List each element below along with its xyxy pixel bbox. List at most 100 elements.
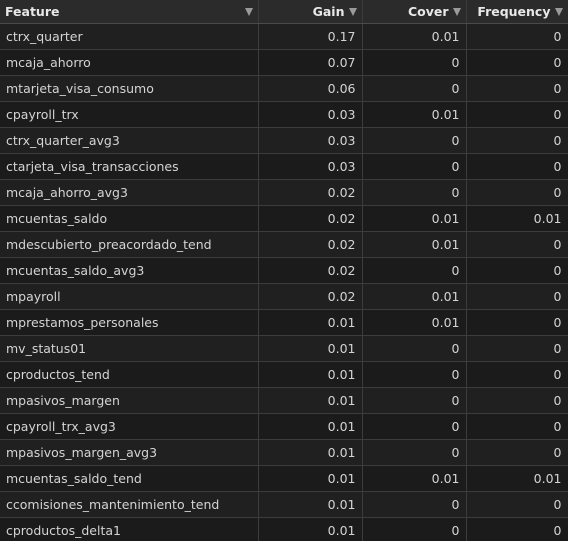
frequency-cell: 0 (466, 361, 568, 388)
frequency-cell: 0 (466, 517, 568, 541)
column-header-gain[interactable]: Gain (258, 0, 363, 24)
column-header-label: Cover (407, 4, 449, 19)
table-row[interactable]: cproductos_delta1 0.01 0 0 (0, 517, 568, 541)
cover-cell: 0 (362, 153, 467, 180)
sort-icon[interactable] (452, 7, 461, 16)
feature-cell: mcuentas_saldo_avg3 (0, 257, 259, 284)
feature-cell: mcuentas_saldo (0, 205, 259, 232)
sort-icon[interactable] (554, 7, 563, 16)
frequency-cell: 0.01 (466, 205, 568, 232)
table-row[interactable]: ctrx_quarter 0.17 0.01 0 (0, 23, 568, 50)
table-row[interactable]: mcuentas_saldo_tend 0.01 0.01 0.01 (0, 465, 568, 492)
feature-importance-table: Feature Gain Cover Frequency ctrx_quarte… (0, 0, 568, 541)
cover-cell: 0 (362, 49, 467, 76)
column-header-label: Frequency (477, 4, 551, 19)
frequency-cell: 0 (466, 439, 568, 466)
cover-cell: 0 (362, 361, 467, 388)
table-row[interactable]: mdescubierto_preacordado_tend 0.02 0.01 0 (0, 231, 568, 258)
gain-cell: 0.01 (258, 309, 363, 336)
frequency-cell: 0 (466, 309, 568, 336)
cover-cell: 0 (362, 439, 467, 466)
frequency-cell: 0 (466, 101, 568, 128)
sort-icon[interactable] (244, 7, 253, 16)
feature-cell: mpasivos_margen (0, 387, 259, 414)
header-row: Feature Gain Cover Frequency (0, 0, 568, 24)
table-row[interactable]: ctarjeta_visa_transacciones 0.03 0 0 (0, 153, 568, 180)
feature-cell: mcaja_ahorro (0, 49, 259, 76)
frequency-cell: 0 (466, 179, 568, 206)
table-row[interactable]: cpayroll_trx_avg3 0.01 0 0 (0, 413, 568, 440)
gain-cell: 0.01 (258, 361, 363, 388)
column-header-label: Feature (5, 4, 60, 19)
gain-cell: 0.01 (258, 491, 363, 518)
feature-cell: mv_status01 (0, 335, 259, 362)
cover-cell: 0 (362, 387, 467, 414)
table-row[interactable]: mcuentas_saldo_avg3 0.02 0 0 (0, 257, 568, 284)
frequency-cell: 0 (466, 387, 568, 414)
frequency-cell: 0 (466, 127, 568, 154)
table-row[interactable]: cproductos_tend 0.01 0 0 (0, 361, 568, 388)
gain-cell: 0.17 (258, 23, 363, 50)
column-header-cover[interactable]: Cover (362, 0, 467, 24)
cover-cell: 0 (362, 257, 467, 284)
cover-cell: 0.01 (362, 465, 467, 492)
column-header-feature[interactable]: Feature (0, 0, 259, 24)
table-row[interactable]: mcaja_ahorro 0.07 0 0 (0, 49, 568, 76)
gain-cell: 0.02 (258, 205, 363, 232)
gain-cell: 0.03 (258, 127, 363, 154)
table-row[interactable]: mprestamos_personales 0.01 0.01 0 (0, 309, 568, 336)
cover-cell: 0 (362, 517, 467, 541)
gain-cell: 0.01 (258, 387, 363, 414)
cover-cell: 0.01 (362, 101, 467, 128)
feature-cell: ccomisiones_mantenimiento_tend (0, 491, 259, 518)
cover-cell: 0.01 (362, 205, 467, 232)
gain-cell: 0.03 (258, 101, 363, 128)
table-row[interactable]: mpasivos_margen 0.01 0 0 (0, 387, 568, 414)
gain-cell: 0.02 (258, 283, 363, 310)
column-header-label: Gain (312, 4, 345, 19)
cover-cell: 0 (362, 179, 467, 206)
gain-cell: 0.01 (258, 439, 363, 466)
cover-cell: 0 (362, 491, 467, 518)
frequency-cell: 0 (466, 153, 568, 180)
feature-cell: mtarjeta_visa_consumo (0, 75, 259, 102)
feature-cell: mcaja_ahorro_avg3 (0, 179, 259, 206)
cover-cell: 0.01 (362, 309, 467, 336)
feature-cell: cpayroll_trx (0, 101, 259, 128)
column-header-frequency[interactable]: Frequency (466, 0, 568, 24)
feature-cell: mpayroll (0, 283, 259, 310)
frequency-cell: 0.01 (466, 465, 568, 492)
sort-icon[interactable] (348, 7, 357, 16)
table-row[interactable]: mpayroll 0.02 0.01 0 (0, 283, 568, 310)
table-row[interactable]: cpayroll_trx 0.03 0.01 0 (0, 101, 568, 128)
table-row[interactable]: mcaja_ahorro_avg3 0.02 0 0 (0, 179, 568, 206)
table-row[interactable]: mv_status01 0.01 0 0 (0, 335, 568, 362)
frequency-cell: 0 (466, 23, 568, 50)
cover-cell: 0.01 (362, 283, 467, 310)
cover-cell: 0.01 (362, 231, 467, 258)
gain-cell: 0.06 (258, 75, 363, 102)
gain-cell: 0.01 (258, 465, 363, 492)
frequency-cell: 0 (466, 283, 568, 310)
feature-cell: cproductos_tend (0, 361, 259, 388)
frequency-cell: 0 (466, 413, 568, 440)
feature-cell: mpasivos_margen_avg3 (0, 439, 259, 466)
cover-cell: 0 (362, 335, 467, 362)
cover-cell: 0 (362, 75, 467, 102)
cover-cell: 0 (362, 127, 467, 154)
frequency-cell: 0 (466, 257, 568, 284)
feature-cell: mcuentas_saldo_tend (0, 465, 259, 492)
gain-cell: 0.07 (258, 49, 363, 76)
table-row[interactable]: ctrx_quarter_avg3 0.03 0 0 (0, 127, 568, 154)
frequency-cell: 0 (466, 231, 568, 258)
table-row[interactable]: mcuentas_saldo 0.02 0.01 0.01 (0, 205, 568, 232)
cover-cell: 0.01 (362, 23, 467, 50)
table-row[interactable]: mpasivos_margen_avg3 0.01 0 0 (0, 439, 568, 466)
table-row[interactable]: ccomisiones_mantenimiento_tend 0.01 0 0 (0, 491, 568, 518)
gain-cell: 0.02 (258, 179, 363, 206)
feature-cell: mdescubierto_preacordado_tend (0, 231, 259, 258)
feature-cell: cproductos_delta1 (0, 517, 259, 541)
table-row[interactable]: mtarjeta_visa_consumo 0.06 0 0 (0, 75, 568, 102)
gain-cell: 0.02 (258, 231, 363, 258)
frequency-cell: 0 (466, 49, 568, 76)
